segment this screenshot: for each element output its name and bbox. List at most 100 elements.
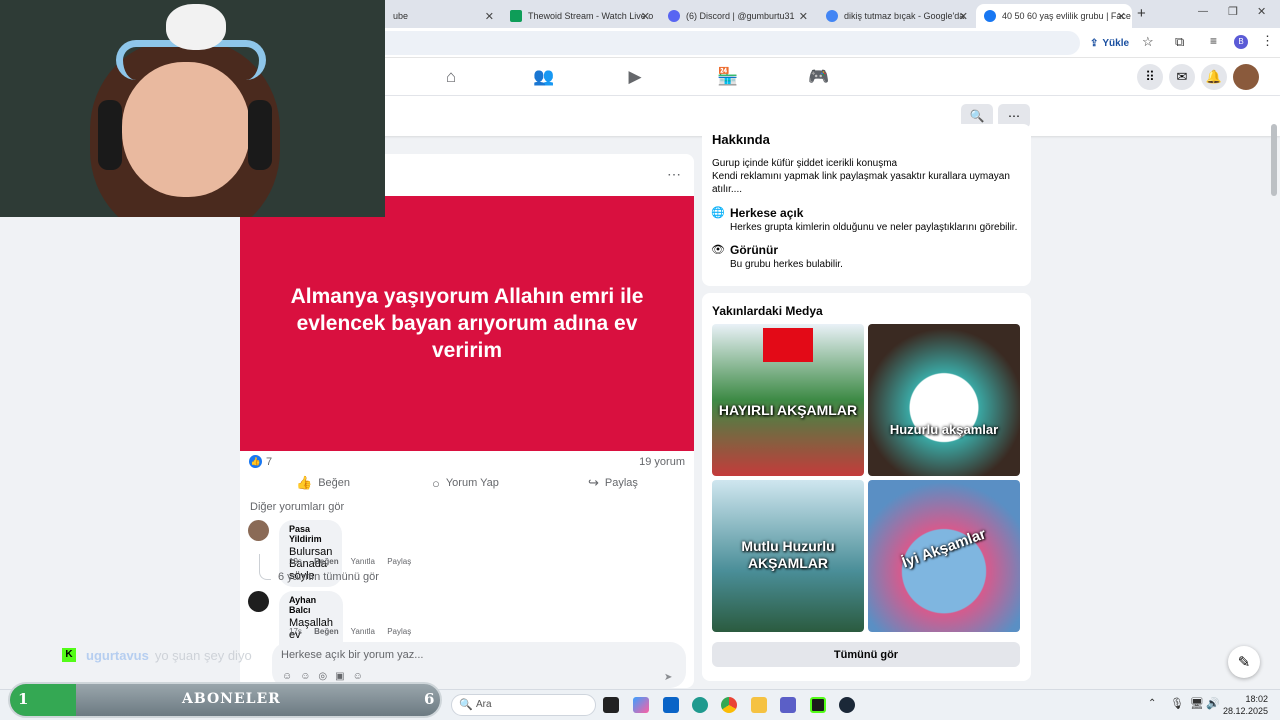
- kick-app-icon[interactable]: [810, 697, 826, 713]
- tab-title: (6) Discord | @gumburtu31: [686, 11, 795, 21]
- comment-time[interactable]: 17s: [289, 627, 302, 636]
- tab-youtube[interactable]: ube ✕: [385, 4, 500, 28]
- network-icon[interactable]: 🖥: [1190, 697, 1204, 710]
- see-all-label: Tümünü gör: [833, 648, 899, 661]
- clock-time[interactable]: 18:02: [1228, 694, 1268, 704]
- post-card: ⋯ Almanya yaşıyorum Allahın emri ile evl…: [240, 154, 694, 688]
- chrome-icon[interactable]: [721, 697, 737, 713]
- reaction-count: 7: [266, 455, 273, 468]
- comment-button[interactable]: ○ Yorum Yap: [432, 474, 499, 492]
- like-button[interactable]: 👍 Beğen: [296, 474, 350, 492]
- minimize-icon[interactable]: —: [1198, 6, 1208, 17]
- menu-grid-icon[interactable]: ⠿: [1137, 64, 1163, 90]
- tab-title: 40 50 60 yaş evlilik grubu | Face: [1002, 11, 1131, 21]
- comment-count[interactable]: 19 yorum: [639, 456, 685, 468]
- more-comments-link[interactable]: Diğer yorumları gör: [250, 501, 344, 513]
- close-window-icon[interactable]: ✕: [1257, 5, 1266, 18]
- new-message-button[interactable]: ✎: [1228, 646, 1260, 678]
- comment-author[interactable]: Ayhan Balcı: [289, 595, 333, 615]
- comment-like[interactable]: Beğen: [314, 557, 338, 566]
- share-button[interactable]: ↪ Paylaş: [588, 474, 638, 492]
- media-thumbnail[interactable]: İyi Akşamlar: [868, 480, 1020, 632]
- media-caption: Huzurlu akşamlar: [889, 422, 999, 437]
- home-icon[interactable]: ⌂: [441, 67, 461, 87]
- comment-placeholder: Herkese açık bir yorum yaz...: [281, 649, 424, 661]
- account-avatar[interactable]: [1233, 64, 1259, 90]
- about-title: Hakkında: [712, 132, 770, 147]
- kick-badge-icon: K: [62, 648, 76, 662]
- visible-description: Bu grubu herkes bulabilir.: [730, 259, 843, 270]
- page-scrollbar-thumb[interactable]: [1271, 124, 1277, 196]
- headphone-left: [98, 100, 122, 170]
- search-icon: 🔍: [459, 699, 473, 711]
- tray-chevron-icon[interactable]: ⌃: [1148, 698, 1156, 709]
- streamer-face: [122, 62, 250, 197]
- messenger-icon[interactable]: ✉: [1169, 64, 1195, 90]
- video-icon[interactable]: ▶: [625, 67, 645, 87]
- avatar[interactable]: [248, 520, 269, 541]
- send-icon[interactable]: ➤: [664, 672, 672, 683]
- close-icon[interactable]: ✕: [1117, 10, 1126, 23]
- steam-icon[interactable]: [839, 697, 855, 713]
- comment-tools-icon[interactable]: ☺☺◎▣☺: [282, 671, 371, 682]
- close-icon[interactable]: ✕: [799, 10, 808, 23]
- tab-google[interactable]: dikiş tutmaz bıçak - Google'da ✕: [818, 4, 974, 28]
- maximize-icon[interactable]: ❐: [1228, 5, 1238, 18]
- copilot-icon[interactable]: [633, 697, 649, 713]
- bookmark-star-icon[interactable]: ☆: [1142, 34, 1154, 50]
- post-more-icon[interactable]: ⋯: [667, 166, 681, 183]
- visible-title: Görünür: [730, 243, 778, 257]
- media-thumbnail[interactable]: HAYIRLI AKŞAMLAR: [712, 324, 864, 476]
- browser-menu-icon[interactable]: ⋮: [1261, 33, 1274, 49]
- subscriber-goal: 6: [424, 690, 435, 708]
- tab-discord[interactable]: (6) Discord | @gumburtu31 ✕: [660, 4, 814, 28]
- google-favicon-icon: [826, 10, 838, 22]
- taskbar-search-input[interactable]: 🔍 Ara: [451, 694, 596, 716]
- new-tab-icon[interactable]: +: [1137, 5, 1146, 22]
- close-icon[interactable]: ✕: [485, 10, 494, 23]
- see-all-media-button[interactable]: Tümünü gör: [712, 642, 1020, 667]
- tab-facebook-group[interactable]: 40 50 60 yaş evlilik grubu | Face ✕: [976, 4, 1132, 28]
- comment-share[interactable]: Paylaş: [387, 627, 411, 636]
- comment-reply[interactable]: Yanıtla: [351, 627, 375, 636]
- media-thumbnail[interactable]: Huzurlu akşamlar: [868, 324, 1020, 476]
- media-controls-icon[interactable]: ≡: [1210, 34, 1217, 48]
- facebook-favicon-icon: [984, 10, 996, 22]
- task-view-icon[interactable]: [603, 697, 619, 713]
- extensions-icon[interactable]: ⧉: [1175, 34, 1184, 50]
- tab-thewoid[interactable]: Thewoid Stream - Watch Live o ✕: [502, 4, 656, 28]
- avatar[interactable]: [248, 591, 269, 612]
- close-icon[interactable]: ✕: [959, 10, 968, 23]
- microphone-icon[interactable]: 🎙: [1170, 697, 1184, 710]
- notifications-icon[interactable]: 🔔: [1201, 64, 1227, 90]
- reaction-summary[interactable]: 👍 7: [249, 455, 272, 468]
- headphone-right: [248, 100, 272, 170]
- chat-message: yo şuan şey diyo: [154, 647, 252, 663]
- close-icon[interactable]: ✕: [641, 10, 650, 23]
- comment-author[interactable]: Pasa Yildirim: [289, 524, 332, 544]
- clock-date[interactable]: 28.12.2025: [1218, 706, 1268, 716]
- post-image[interactable]: Almanya yaşıyorum Allahın emri ile evlen…: [240, 196, 694, 451]
- post-image-text: Almanya yaşıyorum Allahın emri ile evlen…: [290, 285, 644, 362]
- marketplace-icon[interactable]: 🏪: [717, 67, 738, 87]
- chat-username: ugurtavus: [86, 647, 149, 663]
- file-explorer-icon[interactable]: [751, 697, 767, 713]
- profile-avatar[interactable]: B: [1234, 35, 1248, 49]
- eye-icon: 👁: [711, 244, 725, 256]
- media-caption: HAYIRLI AKŞAMLAR: [718, 402, 858, 418]
- comment-reply[interactable]: Yanıtla: [351, 557, 375, 566]
- upload-button[interactable]: ⇪ Yükle: [1090, 31, 1129, 55]
- view-replies-link[interactable]: 6 yanıtın tümünü gör: [278, 571, 379, 583]
- edge-icon[interactable]: [692, 697, 708, 713]
- media-thumbnail[interactable]: Mutlu Huzurlu AKŞAMLAR: [712, 480, 864, 632]
- friends-icon[interactable]: 👥: [533, 67, 554, 87]
- teams-icon[interactable]: [780, 697, 796, 713]
- outlook-icon[interactable]: [663, 697, 679, 713]
- gaming-icon[interactable]: 🎮: [808, 67, 829, 87]
- media-card: Yakınlardaki Medya HAYIRLI AKŞAMLAR Huzu…: [702, 293, 1031, 681]
- comment-icon: ○: [432, 475, 440, 491]
- comment-like[interactable]: Beğen: [314, 627, 338, 636]
- comment-time[interactable]: 19s: [289, 557, 302, 566]
- comment-share[interactable]: Paylaş: [387, 557, 411, 566]
- media-caption: Mutlu Huzurlu AKŞAMLAR: [741, 538, 835, 571]
